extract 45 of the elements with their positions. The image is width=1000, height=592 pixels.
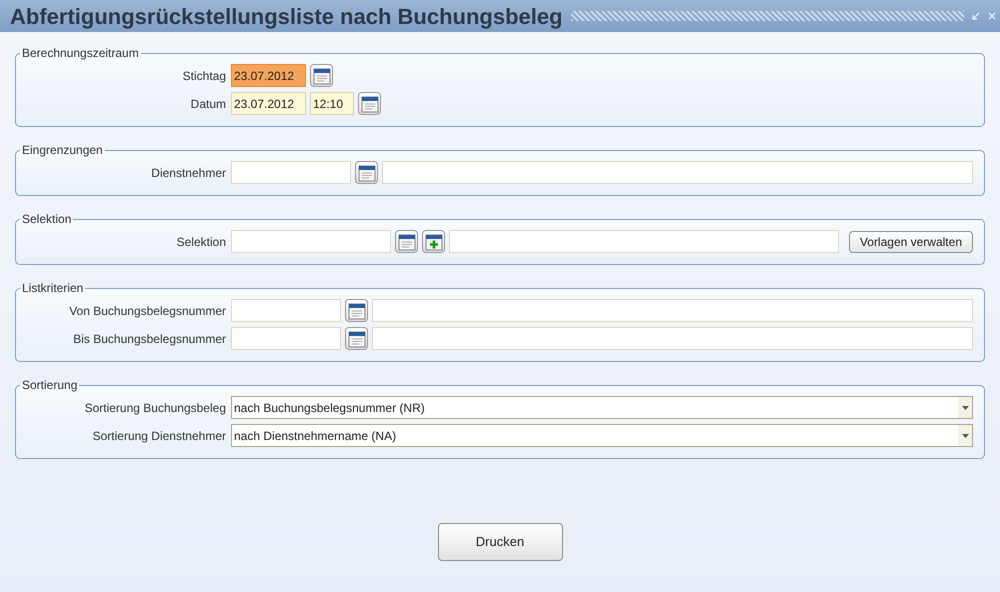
field-label: Sortierung Buchungsbeleg <box>84 400 227 416</box>
calendar-icon <box>398 232 416 250</box>
lookup-button[interactable] <box>345 327 368 350</box>
lookup-button[interactable] <box>345 299 368 322</box>
lookup-button[interactable] <box>395 230 418 253</box>
input-field[interactable] <box>231 161 351 184</box>
input-field[interactable] <box>449 230 839 253</box>
section-title: Eingrenzungen <box>21 142 104 159</box>
dropdown[interactable]: nach Dienstnehmername (NA) <box>231 424 973 447</box>
input-field[interactable]: 12:10 <box>310 92 354 115</box>
close-icon[interactable] <box>988 12 996 20</box>
input-field[interactable] <box>372 327 973 350</box>
add-button[interactable] <box>422 230 445 253</box>
input-field[interactable] <box>382 161 973 184</box>
input-field[interactable]: 23.07.2012 <box>231 64 306 87</box>
lookup-button[interactable] <box>355 161 378 184</box>
field-label: Selektion <box>176 234 227 250</box>
field-label: Von Buchungsbelegsnummer <box>68 302 227 320</box>
input-field[interactable] <box>231 230 391 253</box>
calendar-icon <box>360 94 378 112</box>
lookup-button[interactable] <box>310 64 333 87</box>
calendar-icon <box>348 302 366 320</box>
input-field[interactable] <box>372 299 973 322</box>
dropdown[interactable]: nach Buchungsbelegsnummer (NR) <box>231 396 973 419</box>
section-title: Selektion <box>21 211 72 228</box>
manage-templates-button[interactable]: Vorlagen verwalten <box>848 230 973 252</box>
lookup-button[interactable] <box>358 92 381 115</box>
field-label: Datum <box>190 96 227 112</box>
field-label: Sortierung Dienstnehmer <box>92 428 227 444</box>
calendar-icon <box>358 164 376 182</box>
minimize-icon[interactable] <box>972 12 980 20</box>
calendar-icon <box>348 330 366 348</box>
input-field[interactable] <box>231 299 341 322</box>
input-field[interactable]: 23.07.2012 <box>231 92 306 115</box>
input-field[interactable] <box>231 327 341 350</box>
field-label: Stichtag <box>182 68 227 84</box>
section-title: Sortierung <box>21 377 78 394</box>
section-title: Listkriterien <box>21 280 84 297</box>
calendar-plus-icon <box>424 232 442 250</box>
section-title: Berechnungszeitraum <box>21 45 140 62</box>
calendar-icon <box>312 66 330 84</box>
field-label: Dienstnehmer <box>150 164 227 182</box>
print-button[interactable]: Drucken <box>438 523 562 561</box>
field-label: Bis Buchungsbelegsnummer <box>72 330 227 348</box>
window-title: Abfertigungsrückstellungsliste nach Buchungsbeleg <box>10 2 563 31</box>
